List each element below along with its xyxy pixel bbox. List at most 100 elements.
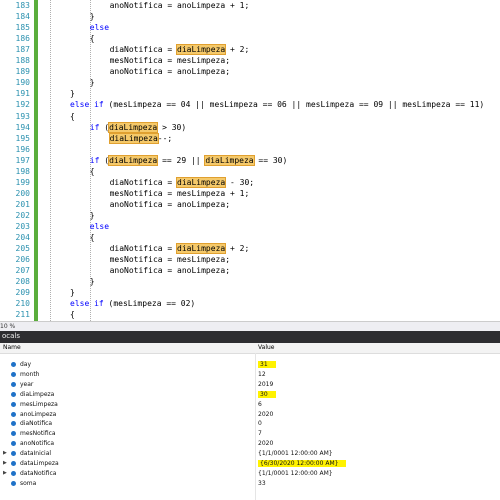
variable-icon: [11, 431, 16, 437]
keyword-token: else: [89, 222, 110, 231]
code-token: diaNotifica =: [109, 177, 178, 187]
variable-value[interactable]: 31: [258, 360, 276, 369]
variable-name: dataNotifica: [20, 469, 57, 477]
name-column-header[interactable]: Name: [3, 343, 21, 353]
variable-icon: [11, 480, 16, 486]
code-text: {: [70, 308, 75, 321]
value-text: 0: [258, 420, 262, 428]
variable-icon: [11, 371, 16, 377]
variable-icon: [11, 391, 16, 397]
locals-row[interactable]: month 12: [0, 370, 500, 379]
code-token: anoNotifica = anoLimpeza;: [109, 67, 231, 77]
variable-value[interactable]: 30: [258, 390, 276, 399]
locals-row[interactable]: diaLimpeza 30: [0, 390, 500, 399]
highlighted-reference: diaLimpeza: [176, 44, 227, 56]
code-token: {: [89, 233, 95, 243]
highlighted-reference: diaLimpeza: [108, 132, 159, 144]
locals-row[interactable]: mesLimpeza 6: [0, 400, 500, 409]
highlighted-value: 31: [258, 361, 276, 368]
variable-icon: [11, 470, 16, 476]
expand-arrow-icon[interactable]: ▶: [3, 469, 7, 478]
code-token: }: [89, 12, 95, 22]
variable-name: month: [20, 370, 40, 378]
highlighted-reference: diaLimpeza: [108, 121, 159, 133]
highlighted-reference: diaLimpeza: [204, 154, 255, 166]
value-text: {1/1/0001 12:00:00 AM}: [258, 469, 333, 477]
code-token: }: [70, 89, 75, 99]
value-text: 2020: [258, 410, 274, 418]
code-editor[interactable]: 183 anoNotifica = anoLimpeza + 1; 184} 185 e…: [0, 0, 500, 321]
zoom-level[interactable]: 10 %: [0, 322, 15, 331]
value-text: 6: [258, 400, 262, 408]
variable-icon: [11, 441, 16, 447]
horizontal-scrollbar[interactable]: 10 %: [0, 321, 500, 331]
code-token: (mesLimpeza == 04 || mesLimpeza == 06 ||…: [103, 100, 485, 110]
variable-name: diaNotifica: [20, 420, 53, 428]
locals-row[interactable]: ▶ dataNotifica {1/1/0001 12:00:00 AM}: [0, 469, 500, 478]
locals-row[interactable]: diaNotifica 0: [0, 419, 500, 428]
variable-value[interactable]: 7: [258, 429, 262, 438]
keyword-token: else if: [70, 100, 104, 110]
locals-row[interactable]: mesNotifica 7: [0, 429, 500, 438]
code-token: (: [99, 122, 110, 132]
code-token: --;: [157, 133, 173, 143]
code-token: (mesLimpeza == 02): [103, 299, 196, 309]
code-token: }: [89, 210, 95, 220]
highlighted-reference: diaLimpeza: [108, 154, 159, 166]
code-token: == 29 ||: [157, 155, 206, 165]
locals-row[interactable]: day 31: [0, 360, 500, 369]
variable-icon: [11, 401, 16, 407]
locals-row[interactable]: ▶ dataInicial {1/1/0001 12:00:00 AM}: [0, 449, 500, 458]
variable-name: soma: [20, 479, 37, 487]
value-column-header[interactable]: Value: [258, 343, 274, 353]
variable-value[interactable]: 2020: [258, 410, 273, 419]
variable-value[interactable]: 2019: [258, 380, 273, 389]
code-token: diaNotifica =: [109, 244, 178, 254]
variable-name: anoNotifica: [20, 440, 55, 448]
locals-row[interactable]: anoLimpeza 2020: [0, 410, 500, 419]
variable-value[interactable]: 0: [258, 419, 262, 428]
code-token: {: [89, 166, 95, 176]
value-text: 7: [258, 430, 262, 438]
variable-icon: [11, 451, 16, 457]
variable-value[interactable]: {6/30/2020 12:00:00 AM}: [258, 459, 347, 468]
code-line[interactable]: 211 {: [0, 308, 500, 321]
code-token: {: [70, 111, 75, 121]
variable-name: anoLimpeza: [20, 410, 57, 418]
keyword-token: else: [89, 23, 110, 33]
code-token: }: [89, 78, 95, 88]
locals-row[interactable]: ▶ dataLimpeza {6/30/2020 12:00:00 AM}: [0, 459, 500, 468]
code-token: (: [99, 155, 110, 165]
expand-arrow-icon[interactable]: ▶: [3, 459, 7, 468]
variable-icon: [11, 362, 16, 367]
code-token: + 2;: [225, 244, 250, 254]
variable-name: dataLimpeza: [20, 460, 59, 467]
highlighted-value: 30: [258, 390, 276, 398]
code-token: mesNotifica = mesLimpeza;: [109, 56, 231, 66]
code-token: {: [70, 310, 75, 320]
locals-row[interactable]: year 2019: [0, 380, 500, 389]
locals-row[interactable]: soma 33: [0, 479, 500, 488]
locals-row[interactable]: anoNotifica 2020: [0, 439, 500, 448]
code-token: {: [89, 34, 95, 44]
variable-value[interactable]: 12: [258, 370, 266, 379]
code-token: diaNotifica =: [109, 45, 178, 55]
code-token: - 30;: [225, 177, 255, 187]
variable-icon: [11, 381, 16, 387]
variable-value[interactable]: {1/1/0001 12:00:00 AM}: [258, 469, 333, 478]
locals-column-header: Name Value: [0, 343, 500, 354]
variable-value[interactable]: 2020: [258, 439, 273, 448]
variable-name: year: [20, 380, 34, 388]
value-text: 2019: [258, 380, 274, 388]
code-token: + 2;: [225, 45, 250, 55]
variable-value[interactable]: 6: [258, 400, 262, 409]
value-text: 12: [258, 370, 266, 378]
highlighted-value: {6/30/2020 12:00:00 AM}: [258, 460, 347, 467]
keyword-token: if: [89, 122, 100, 132]
locals-panel: ocals Name Value day 31 month 12 year 2019 dia…: [0, 331, 500, 500]
variable-value[interactable]: 33: [258, 479, 266, 488]
expand-arrow-icon[interactable]: ▶: [3, 449, 7, 458]
keyword-token: if: [89, 155, 100, 165]
variable-value[interactable]: {1/1/0001 12:00:00 AM}: [258, 449, 333, 458]
locals-panel-title-bar: ocals: [0, 331, 500, 343]
